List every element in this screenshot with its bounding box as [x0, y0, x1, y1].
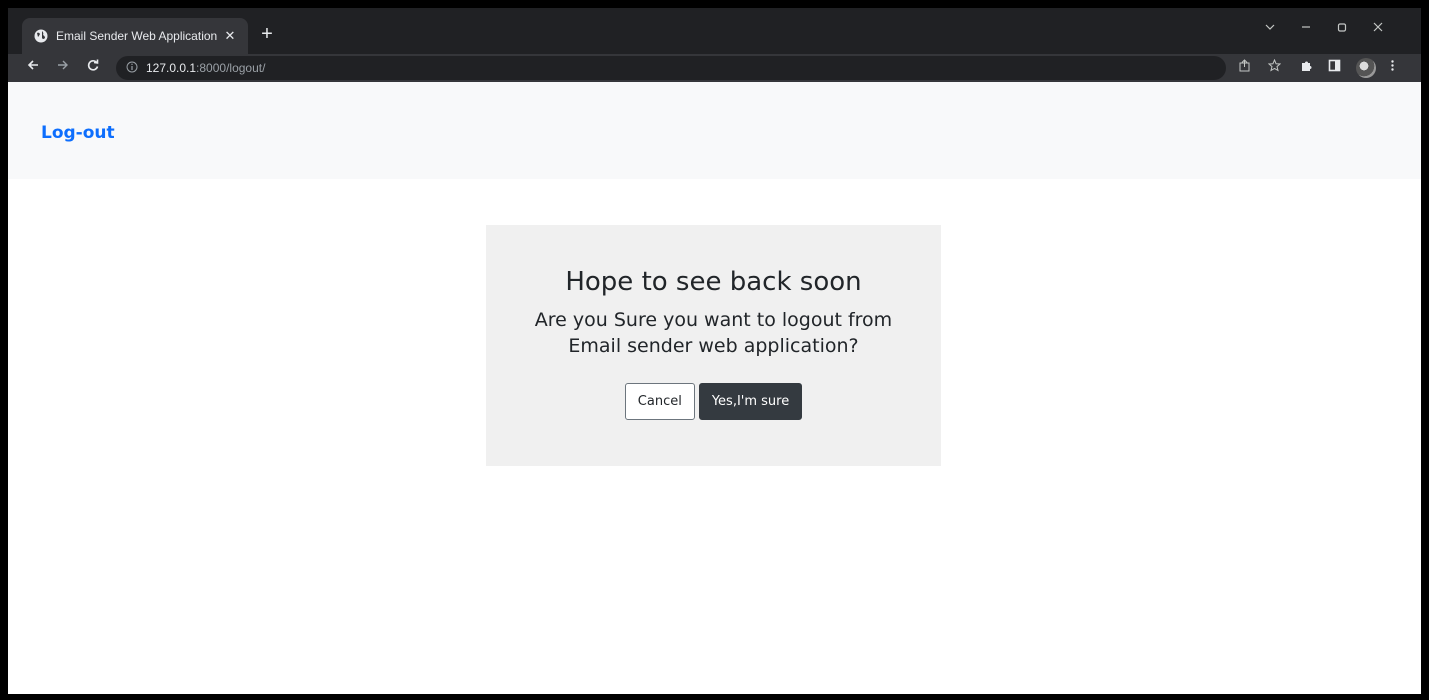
globe-icon [34, 29, 48, 43]
browser-window: Email Sender Web Application ✕ + 127.0.0… [8, 8, 1421, 694]
logout-question-line1: Are you Sure you want to logout from [534, 309, 893, 331]
page-content: Log-out Hope to see back soon Are you Su… [8, 82, 1421, 694]
kebab-menu-icon[interactable] [1382, 58, 1402, 78]
star-icon[interactable] [1264, 58, 1284, 78]
browser-tab[interactable]: Email Sender Web Application ✕ [22, 18, 248, 54]
new-tab-button[interactable]: + [254, 22, 280, 48]
window-close-icon[interactable] [1364, 20, 1392, 36]
info-icon[interactable] [126, 61, 138, 76]
back-arrow-icon[interactable] [22, 57, 44, 79]
page-title: Hope to see back soon [565, 267, 862, 297]
browser-toolbar: 127.0.0.1:8000/logout/ [8, 54, 1421, 82]
tab-title: Email Sender Web Application [56, 29, 218, 43]
url-host: 127.0.0.1 [146, 61, 197, 75]
minimize-icon[interactable] [1292, 20, 1320, 36]
tab-strip: Email Sender Web Application ✕ + [8, 8, 1421, 54]
button-row: Cancel Yes,I'm sure [486, 383, 941, 420]
address-bar[interactable]: 127.0.0.1:8000/logout/ [116, 56, 1226, 80]
logout-question: Are you Sure you want to logout from Ema… [486, 307, 941, 359]
chevron-down-icon[interactable] [1256, 20, 1284, 36]
restore-icon[interactable] [1328, 20, 1356, 36]
site-navbar: Log-out [8, 82, 1421, 179]
url-path: :8000/logout/ [196, 61, 266, 75]
puzzle-icon[interactable] [1296, 58, 1316, 78]
share-icon[interactable] [1234, 58, 1254, 78]
logout-question-line2: Email sender web application? [568, 335, 859, 357]
side-panel-icon[interactable] [1324, 58, 1344, 78]
profile-avatar[interactable] [1356, 58, 1376, 78]
close-icon[interactable]: ✕ [222, 28, 238, 44]
navbar-brand-link[interactable]: Log-out [41, 123, 115, 143]
cancel-button[interactable]: Cancel [624, 383, 695, 420]
reload-icon[interactable] [82, 57, 104, 79]
forward-arrow-icon[interactable] [52, 57, 74, 79]
logout-confirm-card: Hope to see back soon Are you Sure you w… [486, 225, 941, 466]
confirm-logout-button[interactable]: Yes,I'm sure [698, 383, 803, 420]
